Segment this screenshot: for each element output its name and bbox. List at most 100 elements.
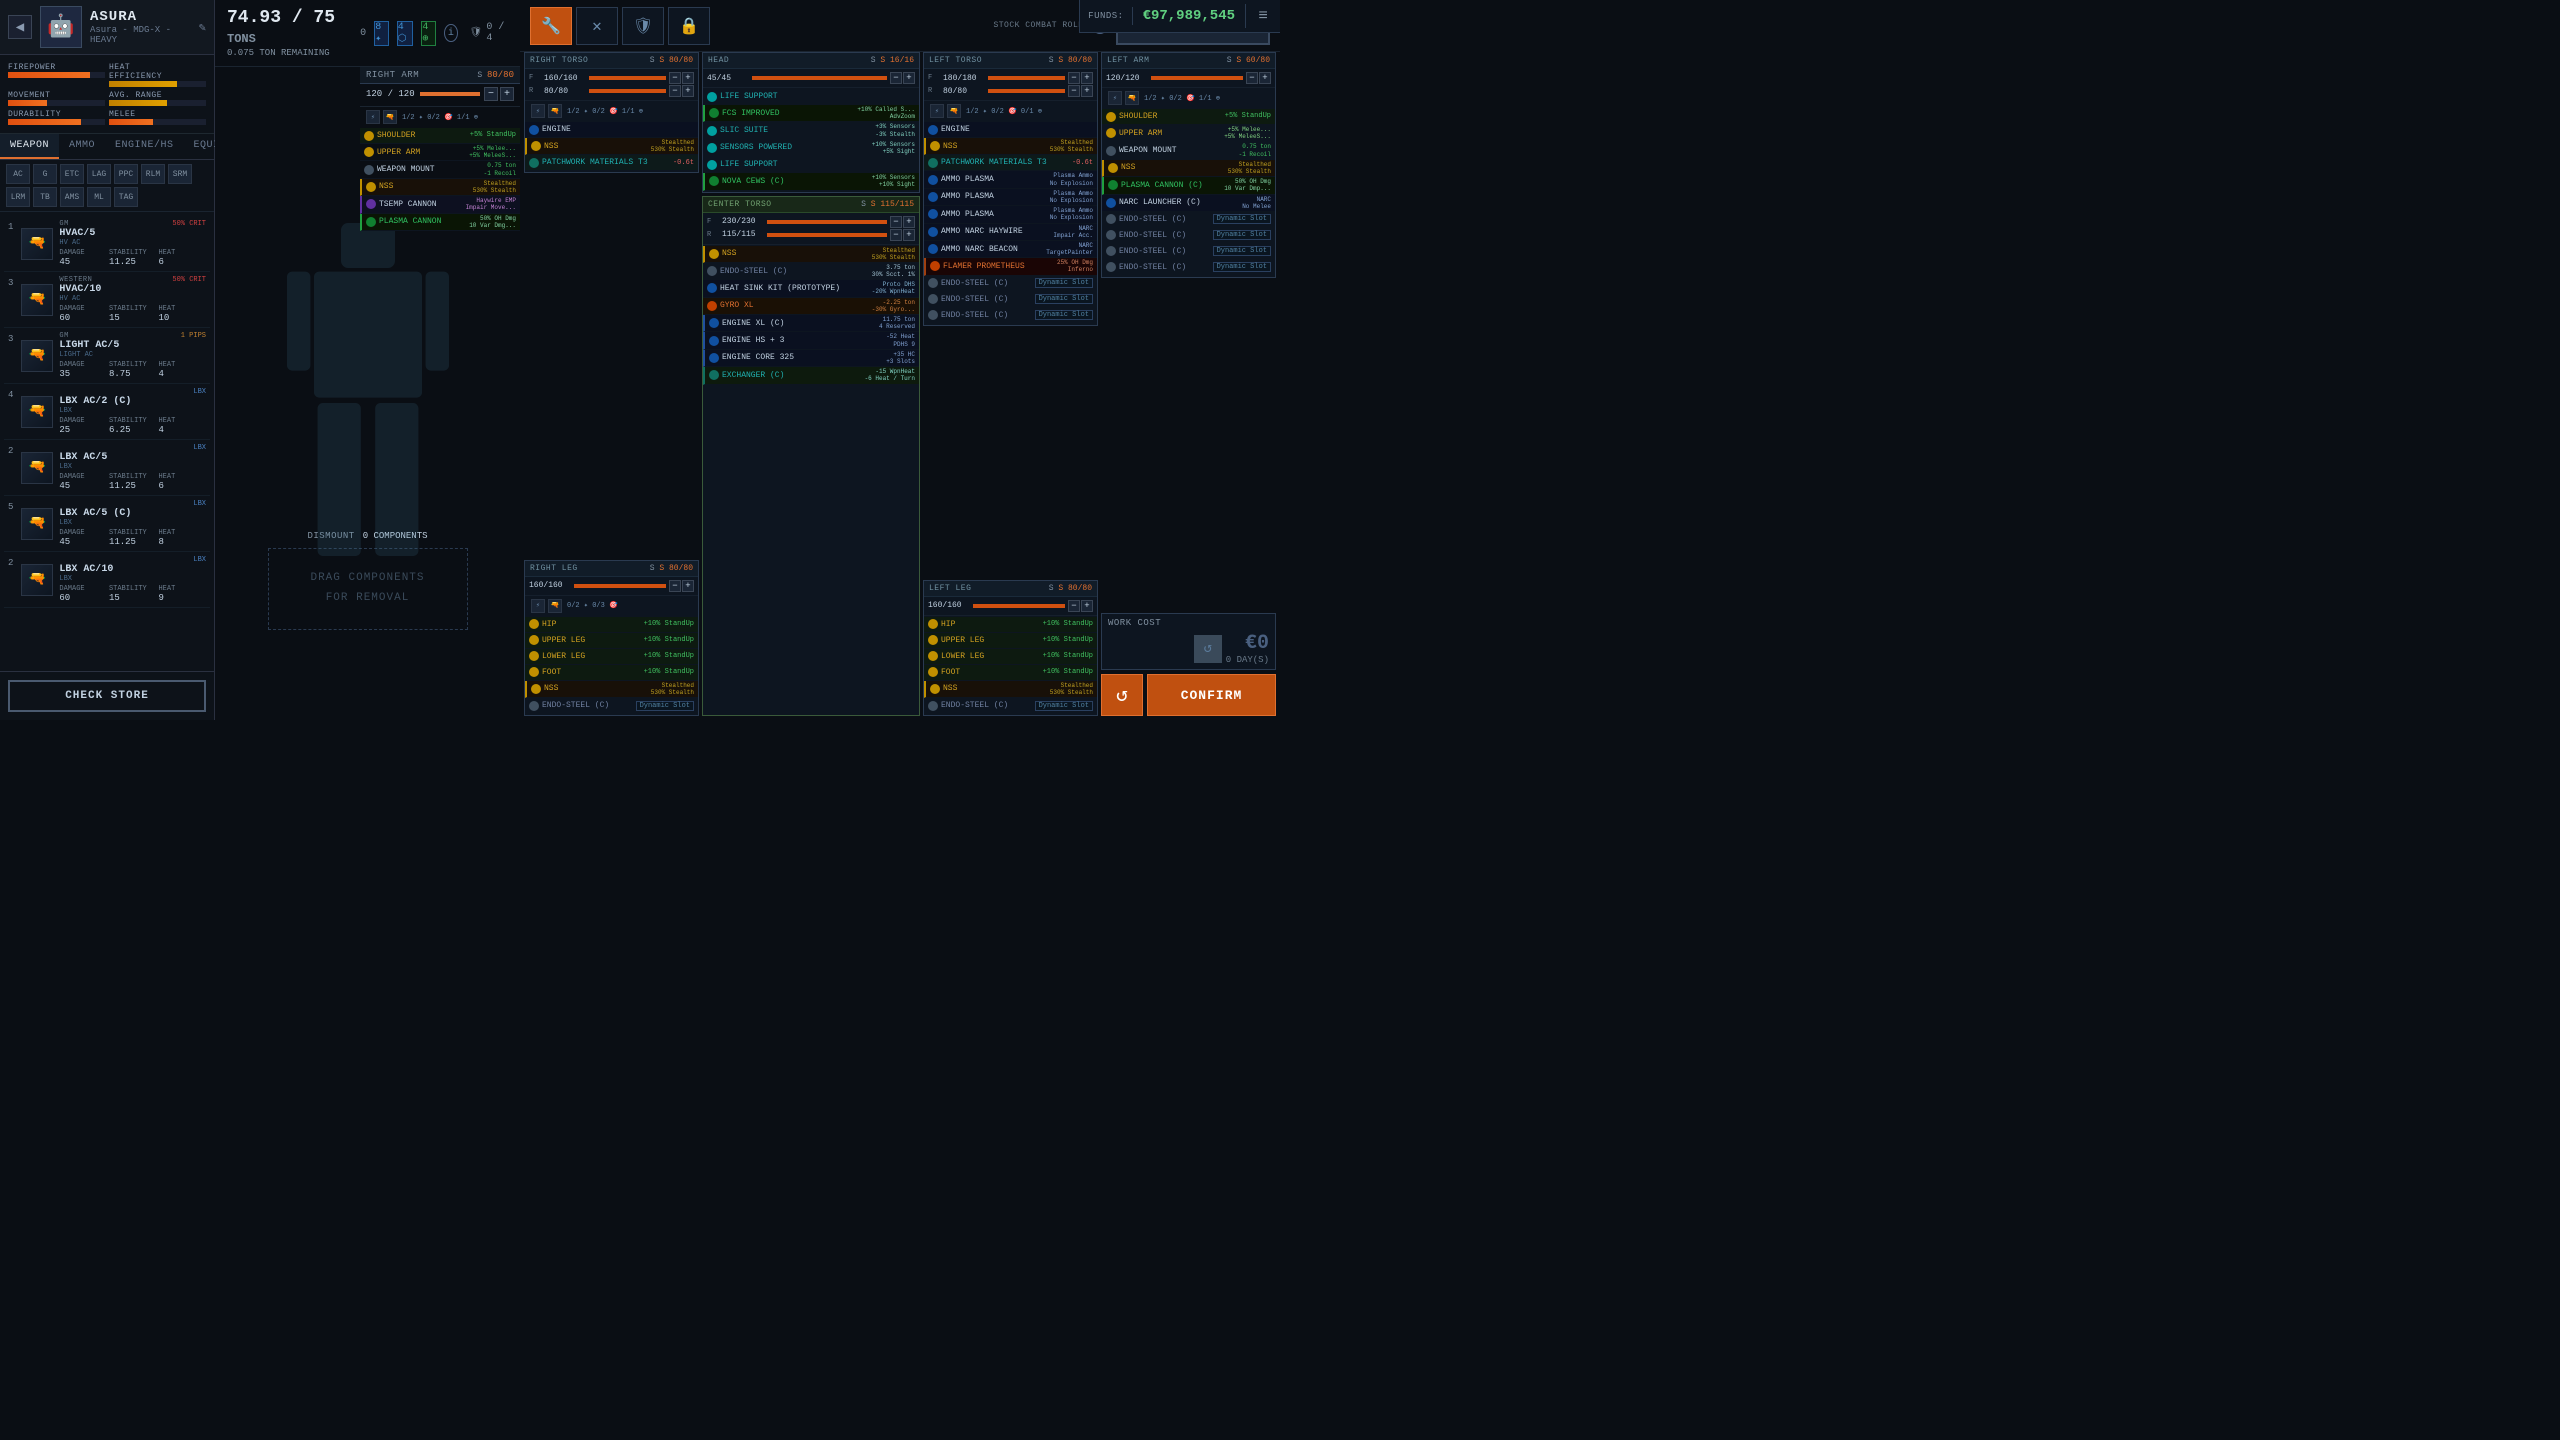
tool-btn-x[interactable]: ✕ [576, 7, 618, 45]
mech-header: ◀ 🤖 ASURA Asura - MDG-X - HEAVY ✎ [0, 0, 214, 55]
weapon-name-lbx5: LBX AC/5 [59, 452, 206, 463]
filter-tb[interactable]: TB [33, 187, 57, 207]
filter-etc[interactable]: ETC [60, 164, 84, 184]
hp-minus-rl[interactable]: − [669, 580, 681, 592]
tonnage-info-icon[interactable]: i [444, 24, 458, 42]
filter-ams[interactable]: AMS [60, 187, 84, 207]
tonnage-main: 74.93 / 75 TONS [227, 8, 348, 48]
filter-tag[interactable]: TAG [114, 187, 138, 207]
hp-plus-lt-f[interactable]: + [1081, 72, 1093, 84]
weapon-item-lbx2c[interactable]: 4 🔫 LBX LBX AC/2 (C) LBX DAMAGE25 STABIL… [4, 384, 210, 440]
ct-nss: NSS Stealthed530% Stealth [703, 246, 919, 263]
filter-ac[interactable]: AC [6, 164, 30, 184]
ct-exchanger: EXCHANGER (C) -15 WpnHeat-6 Heat / Turn [703, 367, 919, 384]
heat-label: HEAT EFFICIENCY [109, 63, 179, 81]
tab-weapon[interactable]: WEAPON [0, 134, 59, 159]
hp-plus-ct-f[interactable]: + [903, 216, 915, 228]
weapon-name-lac5: LIGHT AC/5 [59, 340, 206, 351]
hp-minus-ct-r[interactable]: − [890, 229, 902, 241]
hp-minus-ct-f[interactable]: − [890, 216, 902, 228]
tab-ammo[interactable]: AMMO [59, 134, 105, 159]
hp-plus-la[interactable]: + [1259, 72, 1271, 84]
indicator-4a: 4 ⬡ [397, 21, 414, 46]
right-arm-panel: RIGHT ARM S 80/80 120 / 120 − + [360, 67, 520, 232]
filter-ppc[interactable]: PPC [114, 164, 138, 184]
filter-rlm[interactable]: RLM [141, 164, 165, 184]
hp-minus-lt-f[interactable]: − [1068, 72, 1080, 84]
funds-bar: FUNDS: €97,989,545 ≡ [1079, 0, 1280, 33]
indicator-4b: 4 ⊕ [421, 21, 436, 46]
hp-plus-rl[interactable]: + [682, 580, 694, 592]
center-torso-panel: CENTER TORSO S S 115/115 F 230/230 − + [702, 196, 920, 717]
weapon-icon-lac5: 🔫 [21, 340, 53, 372]
head-panel: HEAD S S 16/16 45/45 − + [702, 52, 920, 193]
check-store-button[interactable]: CHECK STORE [8, 680, 206, 712]
hp-plus-lt-r[interactable]: + [1081, 85, 1093, 97]
hp-plus-rt-f[interactable]: + [682, 72, 694, 84]
hp-minus-rt-f[interactable]: − [669, 72, 681, 84]
lt-ammo-narc-beacon: AMMO NARC BEACON NARCTargetPainter [924, 241, 1097, 258]
weapon-tabs: WEAPON AMMO ENGINE/HS EQUIP [0, 134, 214, 160]
lt-endo2: ENDO-STEEL (C) Dynamic Slot [924, 292, 1097, 308]
hp-minus-la[interactable]: − [1246, 72, 1258, 84]
filter-ml[interactable]: ML [87, 187, 111, 207]
tab-engine[interactable]: ENGINE/HS [105, 134, 184, 159]
weapon-icon-lbx5c: 🔫 [21, 508, 53, 540]
hp-minus-rt-r[interactable]: − [669, 85, 681, 97]
tool-btn-lock[interactable]: 🔒 [668, 7, 710, 45]
rl-upper-leg: UPPER LEG +10% StandUp [525, 633, 698, 649]
weapon-item-hvac10[interactable]: 3 🔫 WESTERN 50% CRIT HVAC/10 HV AC DAMAG… [4, 272, 210, 328]
hp-minus-lt-r[interactable]: − [1068, 85, 1080, 97]
heat-bar [109, 81, 206, 87]
la-endo2: ENDO-STEEL (C) Dynamic Slot [1102, 228, 1275, 244]
undo-button[interactable]: ↺ [1101, 674, 1143, 716]
left-panel: ◀ 🤖 ASURA Asura - MDG-X - HEAVY ✎ FIREPO… [0, 0, 215, 720]
tonnage-remaining: 0.075 TON REMAINING [227, 48, 348, 58]
weapon-item-lbx5[interactable]: 2 🔫 LBX LBX AC/5 LBX DAMAGE45 STABILITY1… [4, 440, 210, 496]
ll-foot: FOOT +10% StandUp [924, 665, 1097, 681]
hp-plus-ct-r[interactable]: + [903, 229, 915, 241]
ll-nss: NSS Stealthed530% Stealth [924, 681, 1097, 698]
weapon-item-hvac5[interactable]: 1 🔫 GM 50% CRIT HVAC/5 HV AC DAMAGE45 ST… [4, 216, 210, 272]
weapon-count: 5 [8, 500, 13, 512]
bottom-bar: CHECK STORE [0, 671, 214, 720]
ll-endo: ENDO-STEEL (C) Dynamic Slot [924, 698, 1097, 714]
weapon-item-lbx10[interactable]: 2 🔫 LBX LBX AC/10 LBX DAMAGE60 STABILITY… [4, 552, 210, 608]
tool-btn-wrench[interactable]: 🔧 [530, 7, 572, 45]
health-plus-ra[interactable]: + [500, 87, 514, 101]
right-torso-panel: RIGHT TORSO S S 80/80 F 160/160 − + [524, 52, 699, 173]
mech-sub: Asura - MDG-X - HEAVY [90, 25, 191, 45]
comp-tsemp-ra: TSEMP CANNON Haywire EMPImpair Move... [360, 196, 520, 213]
hp-minus-h[interactable]: − [890, 72, 902, 84]
weapon-list: 1 🔫 GM 50% CRIT HVAC/5 HV AC DAMAGE45 ST… [0, 212, 214, 671]
health-minus-ra[interactable]: − [484, 87, 498, 101]
filter-srm[interactable]: SRM [168, 164, 192, 184]
hp-minus-ll[interactable]: − [1068, 600, 1080, 612]
comp-weapon-mount-ra: WEAPON MOUNT 0.75 ton-1 Recoil [360, 161, 520, 178]
edit-icon[interactable]: ✎ [199, 20, 206, 35]
weapon-details-lbx2c: LBX LBX AC/2 (C) LBX DAMAGE25 STABILITY6… [59, 388, 206, 435]
weapon-item-lac5[interactable]: 3 🔫 GM 1 PIPS LIGHT AC/5 LIGHT AC DAMAGE… [4, 328, 210, 384]
filter-g[interactable]: G [33, 164, 57, 184]
rl-endo: ENDO-STEEL (C) Dynamic Slot [525, 698, 698, 714]
tool-btn-shield[interactable]: 🛡 [622, 7, 664, 45]
menu-button[interactable]: ≡ [1246, 0, 1280, 32]
filter-lrm[interactable]: LRM [6, 187, 30, 207]
melee-label: MELEE [109, 110, 179, 119]
back-button[interactable]: ◀ [8, 15, 32, 39]
filter-lag[interactable]: LAG [87, 164, 111, 184]
la-endo3: ENDO-STEEL (C) Dynamic Slot [1102, 244, 1275, 260]
hp-plus-ll[interactable]: + [1081, 600, 1093, 612]
la-shoulder: SHOULDER +5% StandUp [1102, 109, 1275, 125]
weapon-item-lbx5c[interactable]: 5 🔫 LBX LBX AC/5 (C) LBX DAMAGE45 STABIL… [4, 496, 210, 552]
weapon-details-lbx5: LBX LBX AC/5 LBX DAMAGE45 STABILITY11.25… [59, 444, 206, 491]
hp-plus-h[interactable]: + [903, 72, 915, 84]
weapon-details-lbx5c: LBX LBX AC/5 (C) LBX DAMAGE45 STABILITY1… [59, 500, 206, 547]
confirm-button[interactable]: CONFIRM [1147, 674, 1276, 716]
work-cost-icon: ↺ [1194, 635, 1222, 663]
h-nova: NOVA CEWS (C) +10% Sensors+10% Sight [703, 173, 919, 190]
hp-plus-rt-r[interactable]: + [682, 85, 694, 97]
rl-nss: NSS Stealthed530% Stealth [525, 681, 698, 698]
ct-gyro: GYRO XL -2.25 ton-30% Gyro... [703, 298, 919, 315]
durability-label: DURABILITY [8, 110, 78, 119]
